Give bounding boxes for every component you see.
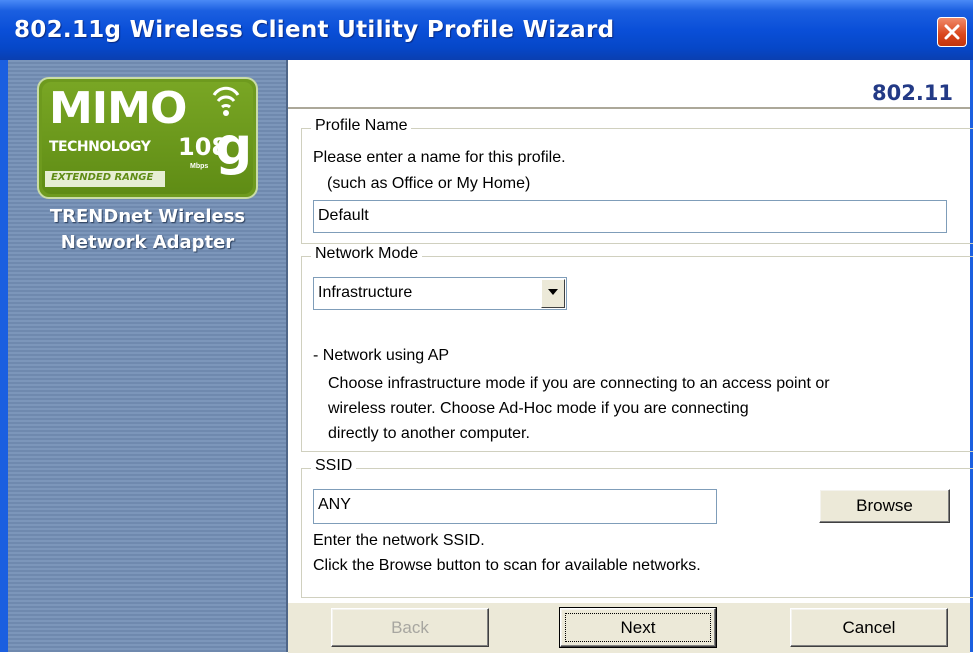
logo-extended-text: EXTENDED RANGE (51, 172, 154, 183)
profile-name-group: Profile Name Please enter a name for thi… (301, 117, 973, 244)
title-bar[interactable]: 802.11g Wireless Client Utility Profile … (0, 0, 973, 60)
back-button[interactable]: Back (331, 608, 489, 647)
profile-name-instruction: Please enter a name for this profile. (313, 149, 566, 166)
logo-mimo-text: MIMO (49, 83, 187, 134)
sidebar-divider (286, 60, 288, 652)
logo-unit-text: Mbps (190, 163, 209, 170)
ssid-help-2: Click the Browse button to scan for avai… (313, 557, 701, 574)
chevron-down-icon (548, 289, 558, 295)
profile-name-input[interactable]: Default (313, 200, 947, 233)
close-icon (944, 24, 960, 40)
close-button[interactable] (937, 17, 967, 47)
network-mode-group: Network Mode Infrastructure - Network us… (301, 245, 973, 452)
profile-name-legend: Profile Name (311, 117, 412, 135)
logo-g-text: g (215, 117, 253, 177)
network-mode-desc-title: - Network using AP (313, 347, 450, 364)
standard-label: 802.11 (872, 81, 954, 105)
ssid-help-1: Enter the network SSID. (313, 532, 485, 549)
brand-line-2: Network Adapter (60, 232, 235, 253)
network-mode-legend: Network Mode (311, 245, 423, 263)
network-mode-desc-line-1: Choose infrastructure mode if you are co… (328, 375, 830, 392)
brand-text: TRENDnet Wireless Network Adapter (8, 204, 287, 256)
brand-line-1: TRENDnet Wireless (49, 206, 246, 227)
dropdown-button[interactable] (541, 279, 565, 308)
logo-extended-range: EXTENDED RANGE (45, 171, 165, 187)
ssid-input[interactable]: ANY (313, 489, 717, 524)
profile-name-example: (such as Office or My Home) (327, 175, 531, 192)
network-mode-desc-line-2: wireless router. Choose Ad-Hoc mode if y… (328, 400, 749, 417)
wireless-waves-icon (212, 86, 240, 116)
cancel-button[interactable]: Cancel (790, 608, 948, 647)
network-mode-select[interactable]: Infrastructure (313, 277, 567, 310)
window-border-left (0, 60, 8, 652)
focus-rectangle (565, 613, 711, 642)
network-mode-desc-line-3: directly to another computer. (328, 425, 530, 442)
header-divider (288, 107, 970, 109)
wizard-window: MIMO TECHNOLOGY 108 Mbps g EXTENDED RANG… (0, 60, 973, 653)
browse-button[interactable]: Browse (819, 489, 950, 523)
logo-technology-text: TECHNOLOGY (49, 139, 151, 155)
network-mode-value: Infrastructure (318, 284, 413, 301)
mimo-logo: MIMO TECHNOLOGY 108 Mbps g EXTENDED RANG… (37, 77, 258, 199)
ssid-legend: SSID (311, 457, 357, 475)
next-button[interactable]: Next (559, 607, 717, 648)
ssid-group: SSID ANY Browse Enter the network SSID. … (301, 457, 973, 598)
window-title: 802.11g Wireless Client Utility Profile … (14, 17, 615, 43)
